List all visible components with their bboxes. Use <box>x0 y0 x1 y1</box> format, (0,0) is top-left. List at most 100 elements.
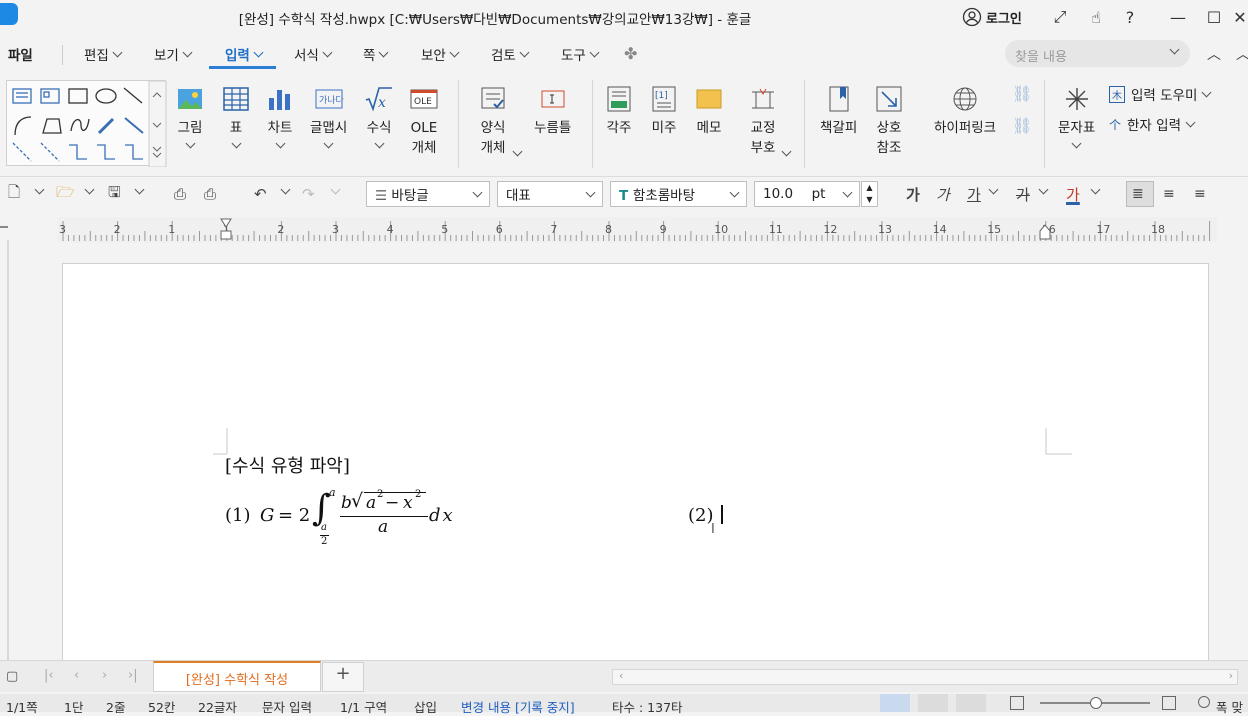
vertical-ruler[interactable] <box>0 240 14 660</box>
font-size-stepper[interactable]: ▲ ▼ <box>861 181 878 207</box>
picture-button[interactable]: 그림 <box>175 84 205 149</box>
expand-icon[interactable]: ⤢ <box>1048 5 1072 29</box>
chevron-down-icon[interactable] <box>988 184 999 195</box>
print-preview-icon[interactable]: ⎙ <box>204 183 216 205</box>
view-width-icon[interactable] <box>918 694 948 712</box>
menu-page[interactable]: 쪽 <box>363 44 389 64</box>
collapse-ribbon-icon[interactable]: ︿ <box>1207 44 1221 64</box>
chevron-down-icon[interactable] <box>330 184 341 195</box>
status-section[interactable]: 1/1 구역 <box>340 697 387 716</box>
ribbon-more-icon[interactable]: ︿ <box>1236 44 1248 64</box>
shapes-gallery[interactable] <box>6 80 167 168</box>
chevron-down-icon[interactable] <box>1090 184 1101 195</box>
bookmark-button[interactable]: 책갈피 <box>820 84 857 138</box>
item1-label: (1) <box>225 505 251 526</box>
style-select[interactable]: ☰ 바탕글 <box>366 181 490 207</box>
chevron-down-icon[interactable] <box>512 146 523 157</box>
help-icon[interactable]: ? <box>1118 5 1142 29</box>
new-document-icon[interactable]: 🗋 <box>8 183 20 205</box>
zoom-slider-handle[interactable] <box>1090 697 1102 709</box>
textart-button[interactable]: 가나다 글맵시 <box>310 84 347 149</box>
font-select[interactable]: T 함초롬바탕 <box>610 181 747 207</box>
ribbon-divider <box>592 80 593 168</box>
crossref-button[interactable]: 상호 참조 <box>874 84 904 158</box>
chevron-down-icon[interactable] <box>84 184 95 195</box>
font-color-button[interactable]: 가 <box>1066 183 1080 205</box>
form-object-button[interactable]: 양식 개체 <box>478 84 508 158</box>
chevron-down-icon[interactable] <box>280 184 291 195</box>
minimize-icon[interactable]: — <box>1166 5 1190 29</box>
link-icon[interactable]: ⛓ <box>1012 84 1032 103</box>
last-tab-icon[interactable]: ›| <box>128 668 138 683</box>
view-normal-icon[interactable] <box>880 694 910 712</box>
hanja-input-button[interactable]: 个 한자 입력 <box>1109 114 1196 134</box>
hyperlink-button[interactable]: 하이퍼링크 <box>934 84 996 138</box>
chart-button[interactable]: 차트 <box>265 84 295 149</box>
strikethrough-button[interactable]: 가 <box>1016 183 1030 205</box>
status-insert[interactable]: 삽입 <box>414 697 437 716</box>
chevron-down-icon[interactable] <box>1038 184 1049 195</box>
panel-toggle-icon[interactable]: ▢ <box>6 669 18 684</box>
ruler-label: 5 <box>441 223 448 236</box>
zoom-fit-icon[interactable] <box>1198 696 1210 708</box>
print-icon[interactable]: ⎙ <box>174 183 186 205</box>
menu-view[interactable]: 보기 <box>154 44 193 64</box>
language-select[interactable]: 대표 <box>497 181 603 207</box>
zoom-out-icon[interactable] <box>1010 696 1024 710</box>
menu-review[interactable]: 검토 <box>491 44 530 64</box>
undo-icon[interactable]: ↶ <box>254 183 267 205</box>
ruler-label: 9 <box>660 223 667 236</box>
prev-tab-icon[interactable]: ‹ <box>74 668 79 683</box>
status-page[interactable]: 1/1쪽 <box>6 697 38 716</box>
horizontal-ruler[interactable]: 321123456789101112131415161718 <box>57 217 1217 243</box>
input-helper-button[interactable]: 木 입력 도우미 <box>1109 84 1212 104</box>
maximize-icon[interactable]: ☐ <box>1202 5 1226 29</box>
bold-button[interactable]: 가 <box>906 183 920 205</box>
status-zoom[interactable]: 폭 맞 <box>1216 697 1243 716</box>
redo-icon[interactable]: ↷ <box>302 183 315 205</box>
menu-format[interactable]: 서식 <box>294 44 333 64</box>
login-button[interactable]: 로그인 <box>962 6 1022 28</box>
italic-button[interactable]: 가 <box>936 183 950 205</box>
menu-insert[interactable]: 입력 <box>225 44 264 64</box>
chevron-down-icon[interactable] <box>34 184 45 195</box>
save-icon[interactable]: 🖫 <box>108 183 121 205</box>
document-page[interactable]: [수식 유형 파악] (1) G = 2 ∫ a a 2 b √ a 2 − x… <box>62 263 1209 663</box>
align-center-icon[interactable]: ≡ <box>1194 183 1206 205</box>
chevron-down-icon[interactable] <box>781 146 792 157</box>
equation-button[interactable]: x 수식 <box>364 84 394 149</box>
field-button[interactable]: 누름틀 <box>534 84 571 138</box>
add-tab-button[interactable]: + <box>322 662 364 692</box>
menu-tools[interactable]: 도구 <box>561 44 600 64</box>
footnote-button[interactable]: 각주 <box>604 84 634 138</box>
horizontal-scrollbar[interactable]: ‹ › <box>612 669 1238 685</box>
first-tab-icon[interactable]: |‹ <box>44 668 54 683</box>
tab-document[interactable]: [완성] 수학식 작성 <box>153 661 321 692</box>
close-icon[interactable]: ✕ <box>1232 5 1248 29</box>
chevron-down-icon[interactable] <box>134 184 145 195</box>
login-label: 로그인 <box>986 11 1022 27</box>
font-size-input[interactable]: 10.0 pt <box>754 181 860 207</box>
puzzle-icon[interactable]: ✤ <box>624 44 637 63</box>
menu-edit[interactable]: 편집 <box>84 44 123 64</box>
search-input[interactable]: 찾을 내용 <box>1005 40 1190 67</box>
endnote-button[interactable]: [1] 미주 <box>649 84 679 138</box>
zoom-in-icon[interactable] <box>1162 696 1176 710</box>
menu-file[interactable]: 파일 <box>8 44 33 64</box>
open-folder-icon[interactable]: 🗁 <box>56 183 75 205</box>
ole-button[interactable]: OLE OLE 개체 <box>409 84 439 158</box>
align-left-icon[interactable]: ≡ <box>1163 183 1175 205</box>
underline-button[interactable]: 가 <box>967 183 981 205</box>
menu-security[interactable]: 보안 <box>421 44 460 64</box>
scroll-right-icon[interactable]: › <box>1229 669 1233 682</box>
status-track-changes[interactable]: 변경 내용 [기록 중지] <box>461 697 575 716</box>
next-tab-icon[interactable]: › <box>102 668 107 683</box>
unlink-icon[interactable]: ⛓ <box>1012 116 1032 135</box>
scroll-left-icon[interactable]: ‹ <box>619 669 623 682</box>
table-button[interactable]: 표 <box>221 84 251 149</box>
charmap-button[interactable]: 문자표 <box>1058 84 1095 149</box>
view-page-icon[interactable] <box>956 694 986 712</box>
memo-button[interactable]: 메모 <box>694 84 724 138</box>
proofread-button[interactable]: 교정 부호 <box>748 84 778 158</box>
hand-icon[interactable]: ☝ <box>1084 5 1108 29</box>
